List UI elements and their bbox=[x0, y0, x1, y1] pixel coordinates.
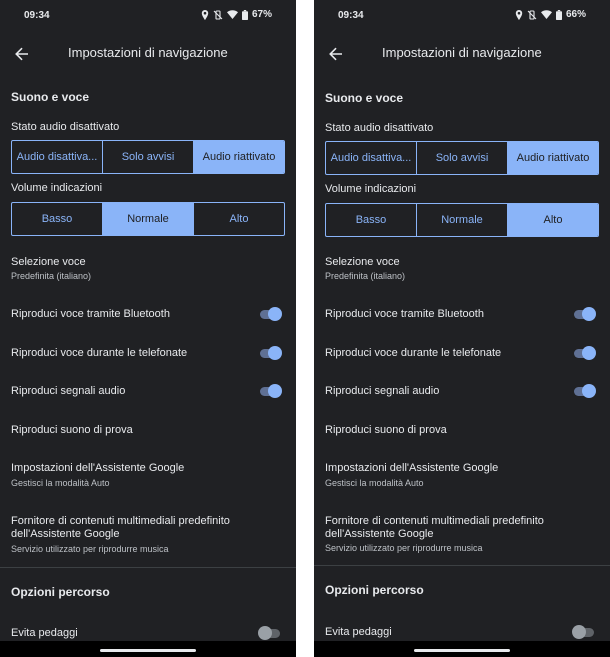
voice-selection-subtitle: Predefinita (italiano) bbox=[325, 271, 406, 281]
status-time: 09:34 bbox=[24, 10, 50, 21]
media-provider-subtitle: Servizio utilizzato per riprodurre music… bbox=[325, 543, 483, 553]
battery-percent: 66% bbox=[565, 9, 586, 20]
section-header-route: Opzioni percorso bbox=[11, 585, 110, 599]
assistant-settings-title[interactable]: Impostazioni dell'Assistente Google bbox=[325, 462, 565, 475]
audio-cues-label: Riproduci segnali audio bbox=[325, 385, 440, 397]
audio-state-option-muted[interactable]: Audio disattiva... bbox=[12, 141, 103, 173]
voice-selection-title[interactable]: Selezione voce bbox=[11, 256, 251, 269]
call-voice-label: Riproduci voce durante le telefonate bbox=[11, 347, 188, 359]
back-arrow-icon bbox=[15, 47, 28, 61]
volume-option-low[interactable]: Basso bbox=[326, 204, 417, 236]
audio-state-label: Stato audio disattivato bbox=[11, 121, 120, 133]
back-button[interactable] bbox=[324, 42, 348, 66]
audio-state-option-unmuted[interactable]: Audio riattivato bbox=[194, 141, 284, 173]
status-time: 09:34 bbox=[338, 10, 364, 21]
status-bar: 09:34 66% bbox=[314, 0, 610, 30]
location-icon bbox=[515, 9, 523, 20]
volume-label: Volume indicazioni bbox=[11, 182, 103, 194]
assistant-settings-title[interactable]: Impostazioni dell'Assistente Google bbox=[11, 462, 251, 475]
bluetooth-voice-label: Riproduci voce tramite Bluetooth bbox=[325, 308, 484, 320]
status-icons: 67% bbox=[201, 9, 272, 20]
assistant-settings-subtitle: Gestisci la modalità Auto bbox=[11, 478, 110, 488]
battery-percent: 67% bbox=[251, 9, 272, 20]
audio-state-option-alerts-only[interactable]: Solo avvisi bbox=[417, 142, 508, 174]
app-bar: Impostazioni di navigazione bbox=[0, 36, 296, 70]
back-button[interactable] bbox=[10, 42, 34, 66]
test-sound-item[interactable]: Riproduci suono di prova bbox=[11, 424, 251, 437]
phone-screen-right: 09:34 66% Impostazioni di navigazione Su… bbox=[314, 0, 610, 657]
vibrate-off-icon bbox=[213, 9, 223, 20]
audio-state-option-muted[interactable]: Audio disattiva... bbox=[326, 142, 417, 174]
app-bar: Impostazioni di navigazione bbox=[314, 36, 610, 70]
page-title: Impostazioni di navigazione bbox=[68, 45, 228, 60]
battery-icon bbox=[241, 9, 248, 20]
wifi-icon bbox=[226, 10, 238, 19]
volume-option-high[interactable]: Alto bbox=[508, 204, 598, 236]
audio-state-option-unmuted[interactable]: Audio riattivato bbox=[508, 142, 598, 174]
audio-state-selector: Audio disattiva... Solo avvisi Audio ria… bbox=[11, 140, 285, 174]
home-gesture-handle[interactable] bbox=[100, 649, 196, 652]
avoid-tolls-label: Evita pedaggi bbox=[325, 626, 392, 638]
audio-cues-toggle[interactable] bbox=[258, 383, 282, 399]
bluetooth-voice-toggle[interactable] bbox=[572, 306, 596, 322]
call-voice-toggle[interactable] bbox=[572, 345, 596, 361]
avoid-tolls-toggle[interactable] bbox=[258, 625, 282, 641]
audio-cues-label: Riproduci segnali audio bbox=[11, 385, 126, 397]
volume-selector: Basso Normale Alto bbox=[325, 203, 599, 237]
audio-cues-toggle[interactable] bbox=[572, 383, 596, 399]
volume-option-normal[interactable]: Normale bbox=[417, 204, 508, 236]
section-divider bbox=[0, 567, 296, 568]
volume-option-high[interactable]: Alto bbox=[194, 203, 284, 235]
section-header-route: Opzioni percorso bbox=[325, 583, 424, 597]
media-provider-title[interactable]: Fornitore di contenuti multimediali pred… bbox=[11, 515, 251, 541]
voice-selection-subtitle: Predefinita (italiano) bbox=[11, 271, 92, 281]
bluetooth-voice-label: Riproduci voce tramite Bluetooth bbox=[11, 308, 170, 320]
system-nav-bar bbox=[314, 641, 610, 657]
section-header-sound: Suono e voce bbox=[325, 91, 404, 105]
volume-option-low[interactable]: Basso bbox=[12, 203, 103, 235]
audio-state-label: Stato audio disattivato bbox=[325, 122, 434, 134]
section-divider bbox=[314, 565, 610, 566]
avoid-tolls-toggle[interactable] bbox=[572, 624, 596, 640]
page-title: Impostazioni di navigazione bbox=[382, 45, 542, 60]
audio-state-option-alerts-only[interactable]: Solo avvisi bbox=[103, 141, 194, 173]
phone-screen-left: 09:34 67% Impostazioni di navigazione Su… bbox=[0, 0, 296, 657]
call-voice-toggle[interactable] bbox=[258, 345, 282, 361]
bluetooth-voice-toggle[interactable] bbox=[258, 306, 282, 322]
call-voice-label: Riproduci voce durante le telefonate bbox=[325, 347, 502, 359]
test-sound-item[interactable]: Riproduci suono di prova bbox=[325, 424, 565, 437]
volume-option-normal[interactable]: Normale bbox=[103, 203, 194, 235]
status-bar: 09:34 67% bbox=[0, 0, 296, 30]
status-icons: 66% bbox=[515, 9, 586, 20]
home-gesture-handle[interactable] bbox=[414, 649, 510, 652]
vibrate-off-icon bbox=[527, 9, 537, 20]
back-arrow-icon bbox=[329, 47, 342, 61]
assistant-settings-subtitle: Gestisci la modalità Auto bbox=[325, 478, 424, 488]
media-provider-subtitle: Servizio utilizzato per riprodurre music… bbox=[11, 544, 169, 554]
media-provider-title[interactable]: Fornitore di contenuti multimediali pred… bbox=[325, 515, 565, 541]
wifi-icon bbox=[540, 10, 552, 19]
avoid-tolls-label: Evita pedaggi bbox=[11, 627, 78, 639]
volume-selector: Basso Normale Alto bbox=[11, 202, 285, 236]
volume-label: Volume indicazioni bbox=[325, 183, 417, 195]
battery-icon bbox=[555, 9, 562, 20]
location-icon bbox=[201, 9, 209, 20]
voice-selection-title[interactable]: Selezione voce bbox=[325, 256, 565, 269]
audio-state-selector: Audio disattiva... Solo avvisi Audio ria… bbox=[325, 141, 599, 175]
section-header-sound: Suono e voce bbox=[11, 90, 90, 104]
system-nav-bar bbox=[0, 641, 296, 657]
